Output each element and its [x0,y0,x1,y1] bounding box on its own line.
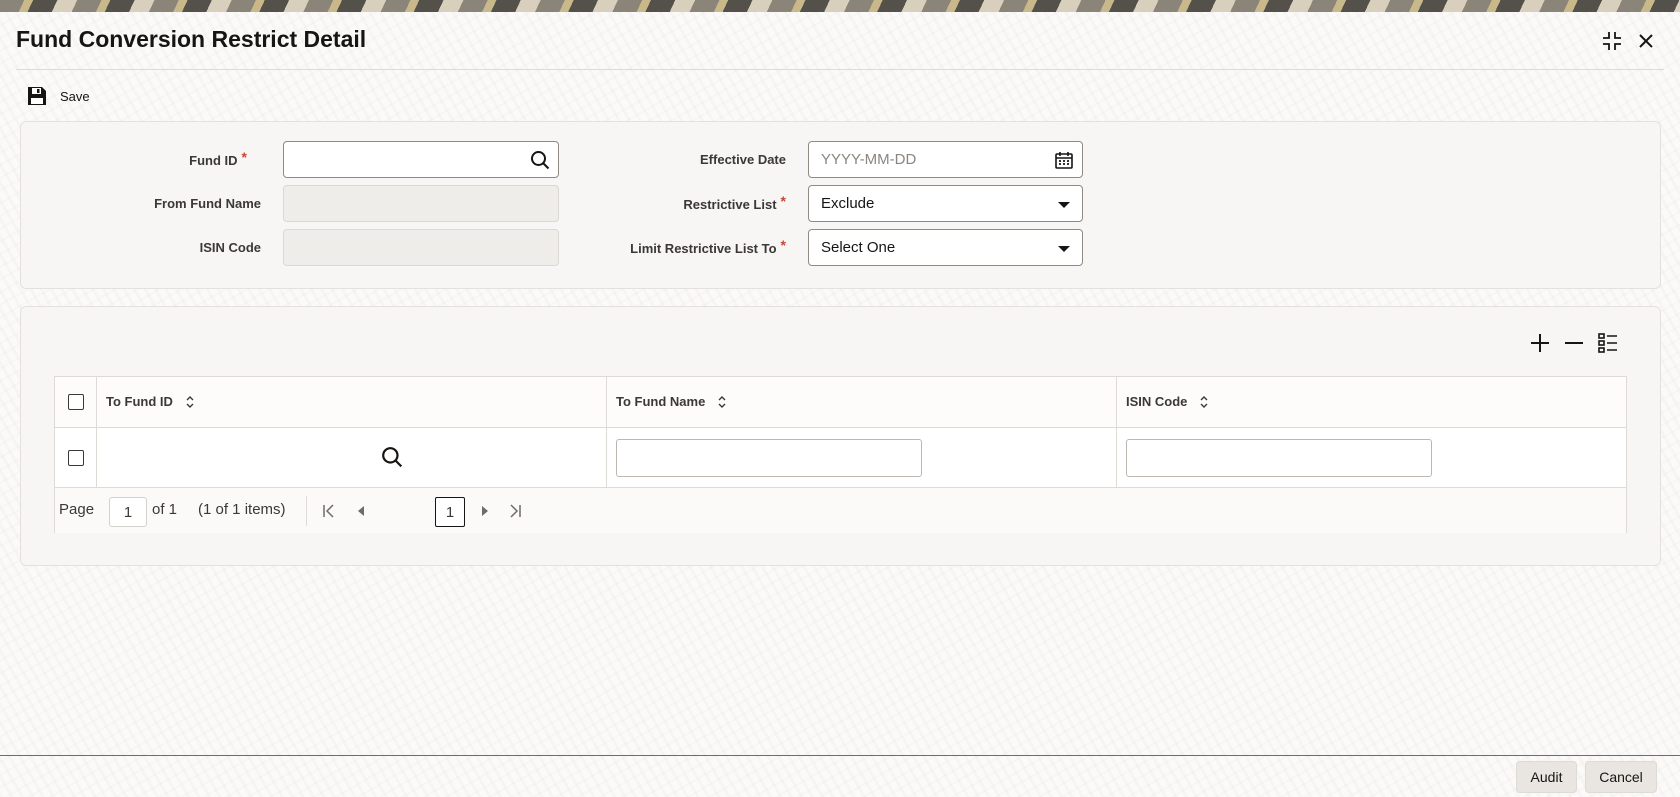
page-count-text: of 1 [152,501,178,518]
column-settings-button[interactable] [1595,330,1621,356]
fund-id-label: Fund ID * [189,149,247,168]
page-label: Page [59,501,95,518]
isin-code-label: ISIN Code [199,240,261,255]
sort-icon [718,395,726,408]
restrictive-list-label: Restrictive List * [683,193,786,212]
from-fund-name-field [283,185,559,222]
column-header-isin-code[interactable]: ISIN Code [1126,394,1209,409]
column-header-to-fund-id[interactable]: To Fund ID [106,394,195,409]
list-columns-icon [1598,333,1617,353]
to-fund-id-lookup[interactable] [381,446,403,468]
first-page-icon [323,504,334,518]
column-divider [1116,377,1117,488]
maximize-button[interactable] [1599,28,1625,54]
last-page-icon [510,504,521,518]
effective-date-input[interactable]: YYYY-MM-DD [808,141,1083,178]
effective-date-placeholder: YYYY-MM-DD [821,151,917,168]
table-row [55,428,1626,488]
calendar-icon[interactable] [1054,150,1074,170]
fund-id-input[interactable] [283,141,559,178]
caret-left-icon [358,506,364,516]
column-divider [96,377,97,488]
last-page-button[interactable] [505,501,525,521]
effective-date-label: Effective Date [700,152,786,167]
remove-row-button[interactable] [1561,330,1587,356]
floppy-disk-icon [28,87,46,105]
minus-icon [1565,342,1583,344]
save-label: Save [60,88,90,104]
sort-icon [186,395,194,408]
from-fund-name-label: From Fund Name [154,196,261,211]
search-icon[interactable] [530,150,550,170]
select-all-checkbox[interactable] [68,394,84,410]
limit-restrictive-list-to-label: Limit Restrictive List To * [630,237,786,256]
plus-icon [1531,334,1549,352]
cancel-button[interactable]: Cancel [1585,761,1657,793]
chevron-down-icon [1058,202,1070,208]
add-row-button[interactable] [1527,330,1553,356]
column-header-to-fund-name[interactable]: To Fund Name [616,394,727,409]
maximize-icon [1603,32,1621,50]
current-page-button[interactable]: 1 [435,497,465,527]
save-button[interactable]: Save [26,84,90,108]
restrictive-list-select[interactable]: Exclude [808,185,1083,222]
table-header-row: To Fund ID To Fund Name ISIN Code [55,377,1626,428]
close-icon [1639,34,1653,48]
column-divider [606,377,607,488]
next-page-button[interactable] [475,501,495,521]
pager-divider [306,496,307,526]
limit-restrictive-list-to-select[interactable]: Select One [808,229,1083,266]
previous-page-button[interactable] [351,501,371,521]
caret-right-icon [482,506,488,516]
sort-icon [1200,395,1208,408]
page-title: Fund Conversion Restrict Detail [16,26,367,52]
search-icon [382,447,403,468]
chevron-down-icon [1058,246,1070,252]
header-banner [0,0,1680,12]
audit-button[interactable]: Audit [1516,761,1577,793]
to-fund-table: To Fund ID To Fund Name ISIN Code Page 1… [54,376,1627,533]
footer-divider [0,755,1680,756]
to-fund-name-cell-input[interactable] [616,439,922,477]
pagination-bar: Page 1 of 1 (1 of 1 items) 1 [55,488,1626,533]
title-divider [16,69,1664,70]
items-count-text: (1 of 1 items) [198,501,286,518]
isin-code-cell-input[interactable] [1126,439,1432,477]
row-select-checkbox[interactable] [68,450,84,466]
page-number-input[interactable]: 1 [109,497,147,527]
first-page-button[interactable] [319,501,339,521]
isin-code-field [283,229,559,266]
close-button[interactable] [1633,28,1659,54]
